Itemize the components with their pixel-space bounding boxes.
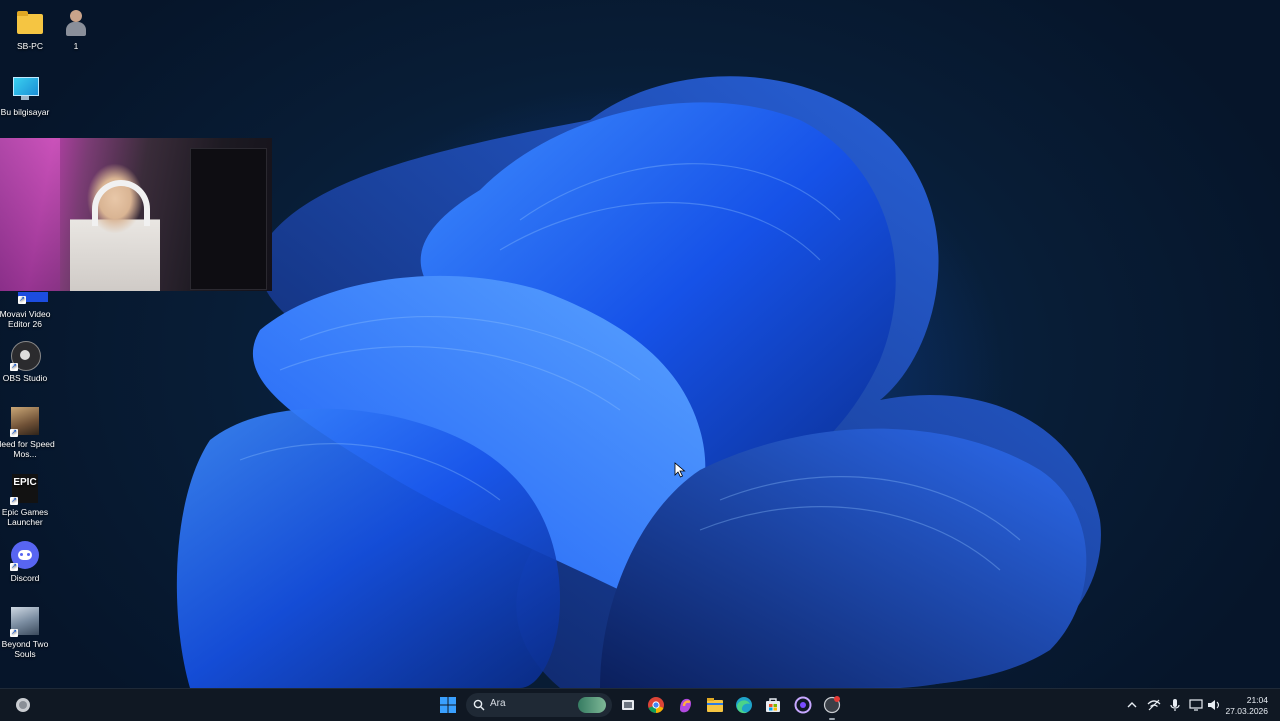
desktop-icon-movavi[interactable]: ↗ Movavi Video Editor 26 (0, 292, 55, 329)
epic-games-icon: EPIC ↗ (10, 474, 40, 505)
pink-light (0, 138, 60, 291)
start-icon[interactable] (437, 694, 459, 716)
desktop-icon-beyond-two-souls[interactable]: ↗ Beyond Two Souls (0, 606, 55, 659)
pc-case (190, 148, 267, 290)
network-icon[interactable] (1146, 694, 1168, 716)
desktop-icon-obs[interactable]: ↗ OBS Studio (0, 340, 55, 383)
clock-date[interactable]: 27.03.2026 (1220, 706, 1268, 716)
mouse-cursor (674, 462, 686, 478)
desktop-icon-label: Epic Games Launcher (1, 507, 49, 527)
desktop-icon-discord[interactable]: ↗ Discord (0, 540, 55, 583)
folder-icon (15, 8, 45, 38)
app-icon[interactable] (821, 694, 843, 720)
clock-time[interactable]: 21:04 (1228, 695, 1268, 705)
movavi-icon: ↗ (10, 292, 48, 306)
microphone-icon[interactable] (1167, 694, 1189, 716)
weather-widget-icon[interactable] (12, 694, 34, 716)
desktop-icon-label: Need for Speed Mos... (0, 439, 55, 459)
desktop-icon-nfs[interactable]: ↗ Need for Speed Mos... (0, 406, 55, 459)
discord-icon: ↗ (10, 540, 40, 571)
taskbar: Ara 21:04 27.03.2026 (0, 688, 1280, 721)
desktop-icon-label: Discord (10, 573, 40, 583)
beyond-two-souls-icon: ↗ (10, 606, 40, 637)
search-icon (473, 699, 485, 711)
user-photo-icon (61, 8, 91, 38)
taskbar-search-box[interactable]: Ara (466, 693, 612, 717)
nfs-icon: ↗ (10, 406, 40, 437)
desktop-icon-1[interactable]: 1 (46, 8, 106, 51)
task-view-icon[interactable] (617, 694, 639, 716)
windows-bloom-artwork (176, 76, 1101, 688)
chrome-icon[interactable] (645, 694, 667, 716)
browser-icon[interactable] (792, 694, 814, 716)
desktop-icon-label: Beyond Two Souls (1, 639, 49, 659)
widgets-icon[interactable] (578, 697, 606, 713)
edge-icon[interactable] (733, 694, 755, 716)
desktop-icon-this-pc[interactable]: Bu bilgisayar (0, 74, 55, 117)
desktop-icon-label: Movavi Video Editor 26 (0, 309, 51, 329)
desktop-icon-label: 1 (73, 41, 79, 51)
copilot-icon[interactable] (675, 694, 697, 716)
obs-icon: ↗ (10, 340, 41, 371)
search-placeholder: Ara (490, 698, 506, 709)
desktop-icon-epic[interactable]: EPIC ↗ Epic Games Launcher (0, 474, 55, 527)
file-explorer-icon[interactable] (704, 694, 726, 716)
store-icon[interactable] (762, 694, 784, 716)
monitor-icon (10, 74, 40, 104)
desktop-icon-label: Bu bilgisayar (0, 107, 50, 117)
webcam-overlay (0, 138, 272, 291)
chevron-up-icon[interactable] (1124, 694, 1146, 716)
desktop-icon-label: OBS Studio (2, 373, 48, 383)
